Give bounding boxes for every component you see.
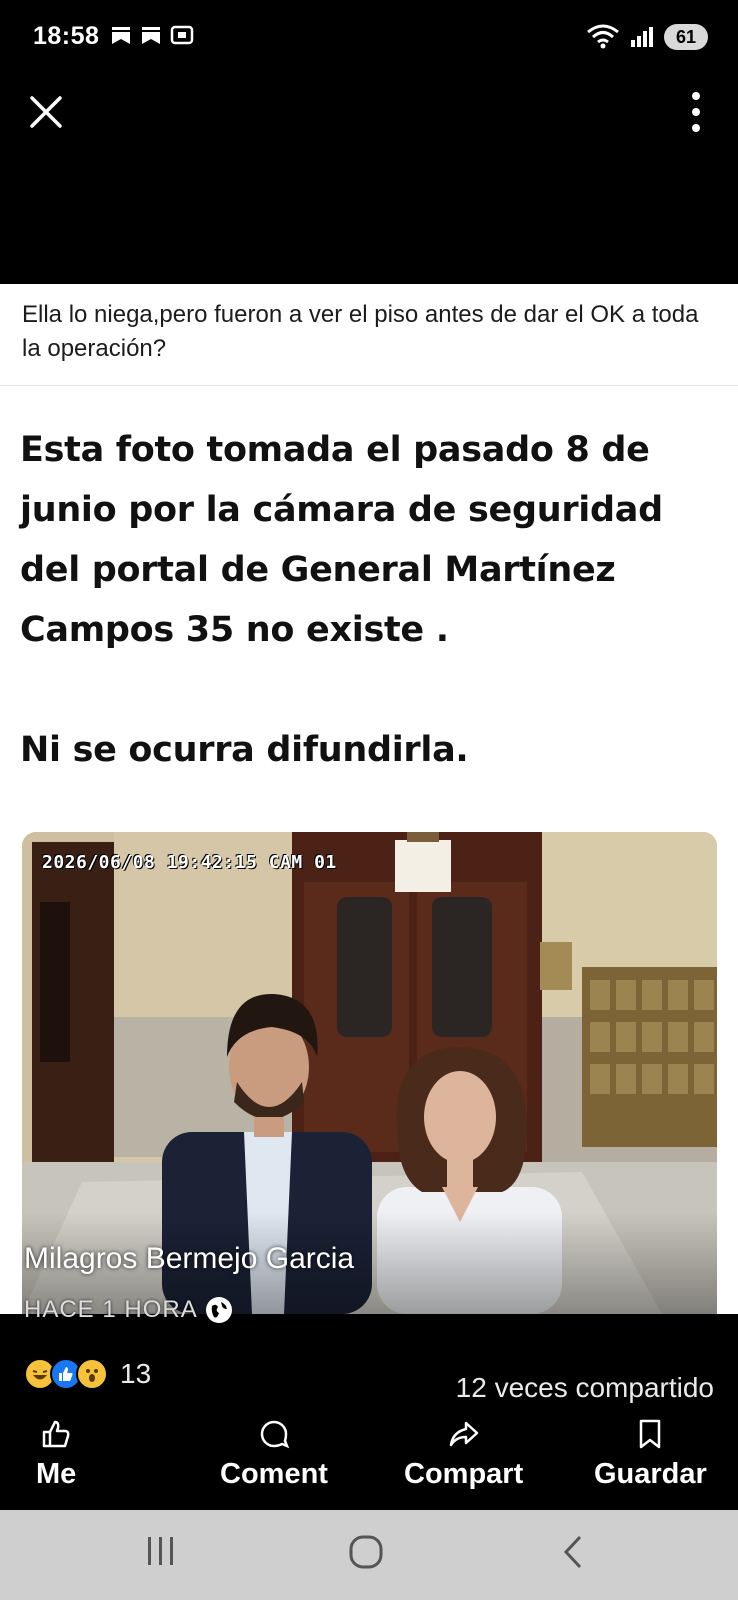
close-button[interactable] — [24, 90, 68, 134]
reaction-count: 13 — [120, 1358, 152, 1389]
action-bar: Me Coment Compart Guardar — [0, 1418, 738, 1510]
close-icon — [30, 96, 62, 128]
home-button[interactable] — [348, 1534, 384, 1575]
share-icon — [449, 1421, 478, 1447]
headline-footer: Ni se ocurra difundirla. — [20, 730, 469, 770]
post-time: HACE 1 HORA — [24, 1296, 232, 1324]
thumbs-up-icon — [42, 1420, 70, 1448]
comment-button[interactable]: Coment — [220, 1418, 328, 1491]
system-nav-bar — [0, 1510, 738, 1600]
like-label: Me — [36, 1458, 77, 1490]
status-system-icons: 61 — [586, 24, 708, 50]
status-notification-icons — [110, 24, 194, 46]
status-bar: 18:58 61 — [0, 0, 738, 78]
home-icon — [349, 1535, 383, 1569]
reactions-summary[interactable]: 13 — [24, 1358, 151, 1390]
share-button[interactable]: Compart — [404, 1418, 523, 1491]
more-vertical-icon — [692, 92, 700, 100]
like-button[interactable]: Me — [36, 1418, 76, 1491]
headline-line: del portal de General Martínez — [20, 550, 616, 590]
post-image[interactable]: Esta foto tomada el pasado 8 de junio po… — [0, 386, 738, 1314]
comment-label: Coment — [220, 1458, 328, 1490]
notification-icon — [112, 27, 130, 44]
notification-icon — [142, 27, 160, 44]
screenshot-icon — [170, 25, 194, 45]
status-time: 18:58 — [33, 22, 100, 50]
share-label: Compart — [404, 1458, 524, 1490]
headline-line: Esta foto tomada el pasado 8 de — [20, 430, 650, 470]
headline-text: Esta foto tomada el pasado 8 de junio po… — [20, 420, 720, 780]
recent-apps-icon — [148, 1537, 173, 1565]
recent-apps-button[interactable] — [146, 1534, 176, 1573]
more-options-button[interactable] — [684, 88, 708, 136]
wifi-icon — [587, 24, 619, 49]
battery-icon: 61 — [664, 24, 708, 50]
back-icon — [563, 1535, 582, 1569]
comment-icon — [260, 1420, 290, 1449]
headline-line: junio por la cámara de seguridad — [20, 490, 663, 530]
globe-icon — [205, 1297, 232, 1323]
back-button[interactable] — [560, 1534, 586, 1575]
cam-timestamp: 2026/06/08 19:42:15 CAM 01 — [42, 852, 337, 873]
post-caption: Ella lo niega,pero fueron a ver el piso … — [0, 284, 738, 386]
signal-icon — [631, 27, 653, 47]
bookmark-icon — [640, 1419, 661, 1449]
top-nav — [0, 78, 738, 284]
headline-line: Campos 35 no existe . — [20, 610, 449, 650]
wow-reaction-icon — [76, 1358, 108, 1390]
save-button[interactable]: Guardar — [594, 1418, 707, 1491]
author-name[interactable]: Milagros Bermejo Garcia — [24, 1242, 354, 1276]
post-time-label: HACE 1 HORA — [24, 1296, 198, 1323]
share-count[interactable]: 12 veces compartido — [456, 1372, 714, 1404]
save-label: Guardar — [594, 1458, 707, 1490]
